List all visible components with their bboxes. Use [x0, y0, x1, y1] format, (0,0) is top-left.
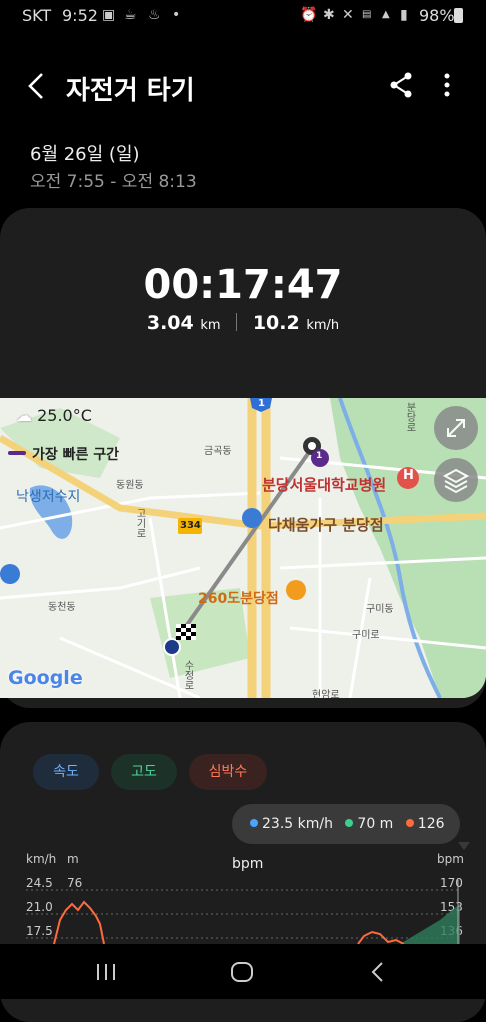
carrier-label: SKT: [22, 6, 52, 25]
hospital-marker-icon: H: [403, 468, 414, 483]
cloud-icon: ☁: [16, 406, 38, 425]
weather-temperature: ☁ 25.0°C: [16, 406, 92, 425]
route-map[interactable]: 금곡동 동원동 낙생저수지 동천동 분당서울대학교병원 다채움가구 분당점 26…: [0, 398, 486, 698]
more-vert-icon[interactable]: [434, 70, 460, 100]
map-label-dongcheon: 동천동: [48, 602, 76, 613]
session-date: 6월 26일 (일): [30, 144, 140, 165]
distance-unit: km: [200, 318, 221, 333]
map-road-334: 334: [180, 520, 201, 531]
map-label-hyeonam: 현암로: [312, 690, 340, 698]
axis-speed-unit: km/h: [26, 852, 57, 866]
map-label-gogiro: 고기로: [134, 508, 145, 538]
signal-icon: ▮: [400, 7, 408, 23]
map-label-geumgok: 금곡동: [204, 446, 232, 457]
temperature-value: 25.0°C: [37, 406, 92, 425]
hd-voice-icon: ▤: [362, 9, 372, 20]
map-label-gumi: 구미동: [366, 604, 394, 615]
google-attribution: Google: [8, 667, 83, 689]
session-time-range: 오전 7:55 - 오전 8:13: [30, 172, 197, 192]
home-icon[interactable]: [229, 960, 255, 984]
recent-apps-icon[interactable]: [94, 960, 118, 984]
legend-label: 가장 빠른 구간: [32, 447, 120, 463]
map-label-sujeong: 수정로: [182, 660, 193, 690]
segment-marker-label: 1: [316, 451, 323, 461]
axis-hr-unit: bpm: [437, 852, 464, 866]
battery-level: 98%: [419, 6, 455, 25]
stats-divider: [236, 313, 238, 331]
map-label-gumiro: 구미로: [352, 630, 380, 641]
legend-swatch: [8, 451, 26, 455]
gallery-icon: ▣: [102, 7, 116, 23]
notification-dot-icon: •: [172, 7, 181, 23]
tooltip-pointer: [458, 842, 470, 850]
map-label-dongwon: 동원동: [116, 480, 144, 491]
speed-dot-icon: [250, 819, 258, 827]
tooltip-speed: 23.5 km/h: [262, 816, 333, 832]
expand-icon: [447, 419, 465, 437]
chart-tooltip: 23.5 km/h 70 m 126 bpm: [232, 804, 460, 872]
bluetooth-icon: ✱: [323, 7, 335, 23]
speed-unit: km/h: [306, 318, 340, 333]
lte-icon: ▲: [382, 9, 390, 20]
altitude-dot-icon: [345, 819, 354, 827]
share-icon[interactable]: [386, 70, 416, 100]
map-label-hospital[interactable]: 분당서울대학교병원: [262, 474, 386, 495]
fastest-segment-legend: 가장 빠른 구간: [8, 444, 119, 464]
mute-icon: ✕: [342, 7, 354, 23]
health-app-icon: ♨: [148, 7, 161, 23]
status-bar: SKT 9:52 ▣ ☕ ♨ • ⏰ ✱ ✕ ▤ ▲ ▮ 98%: [0, 0, 486, 30]
nav-back-icon[interactable]: [366, 960, 390, 984]
back-arrow-icon[interactable]: [24, 66, 54, 106]
map-label-furniture[interactable]: 다채움가구 분당점: [268, 514, 384, 535]
chart-plot: [26, 880, 460, 944]
tab-heart-rate[interactable]: 심박수: [189, 754, 267, 790]
page-title: 자전거 타기: [66, 76, 195, 106]
map-label-lake: 낙생저수지: [16, 489, 81, 505]
distance-value: 3.04: [146, 312, 194, 334]
altitude-area: [400, 904, 460, 944]
duration-value: 00:17:47: [143, 262, 343, 308]
map-label-poi260[interactable]: 260도분당점: [198, 588, 279, 608]
system-nav-bar: [0, 944, 486, 999]
map-road-1: 1: [258, 398, 265, 409]
tooltip-altitude: 70 m: [357, 816, 394, 832]
alarm-icon: ⏰: [300, 7, 318, 23]
tab-speed[interactable]: 속도: [33, 754, 99, 790]
map-label-bundang-road: 분당로: [404, 402, 415, 432]
coffee-icon: ☕: [124, 7, 137, 23]
layers-icon: [442, 468, 470, 494]
heart-rate-dot-icon: [405, 819, 414, 827]
tab-altitude[interactable]: 고도: [111, 754, 177, 790]
map-layers-button[interactable]: [434, 458, 478, 502]
summary-stats: 3.04 km 10.2 km/h: [0, 312, 486, 334]
expand-map-button[interactable]: [434, 406, 478, 450]
axis-alt-unit: m: [67, 852, 79, 866]
battery-icon: [454, 8, 463, 23]
status-time: 9:52: [62, 6, 98, 25]
speed-value: 10.2: [252, 312, 300, 334]
